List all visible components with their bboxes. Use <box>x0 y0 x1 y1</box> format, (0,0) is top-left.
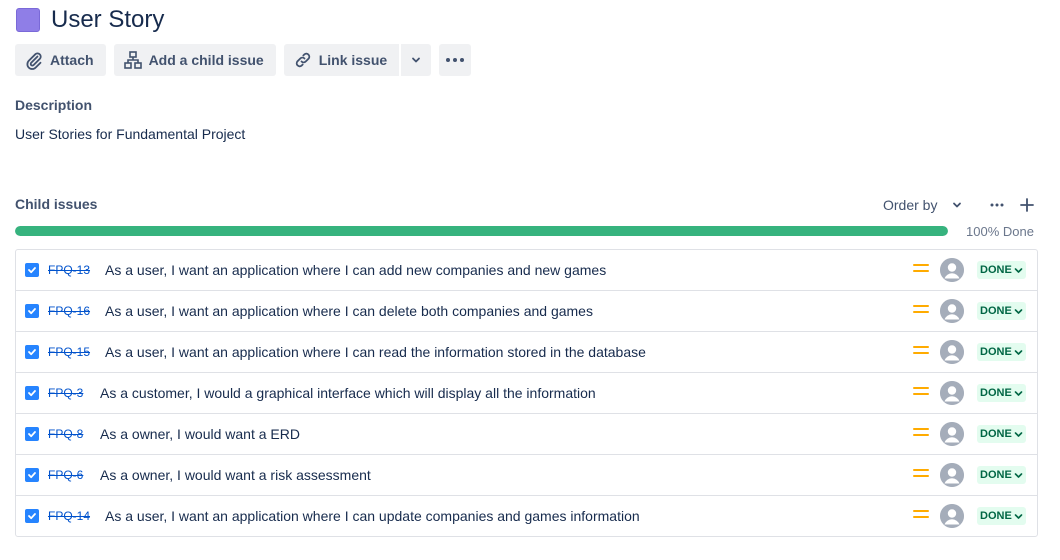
chevron-down-icon <box>953 202 962 208</box>
table-row[interactable]: FPQ-3 As a customer, I would a graphical … <box>16 373 1037 414</box>
issue-key-link[interactable]: FPQ-3 <box>48 386 83 400</box>
child-issues-list: FPQ-13 As a user, I want an application w… <box>15 249 1038 537</box>
checkbox-icon[interactable] <box>25 468 39 482</box>
link-icon <box>295 52 310 68</box>
status-label: DONE <box>980 469 1012 481</box>
status-badge[interactable]: DONE <box>977 466 1026 484</box>
child-issues-more-button[interactable] <box>988 196 1006 214</box>
child-issues-heading: Child issues <box>15 196 98 212</box>
chevron-down-icon <box>1014 308 1023 314</box>
issue-summary[interactable]: As a owner, I would want a ERD <box>100 426 300 442</box>
priority-medium-icon <box>913 264 929 276</box>
status-badge[interactable]: DONE <box>977 261 1026 279</box>
more-icon <box>446 58 465 62</box>
avatar[interactable] <box>940 340 964 364</box>
checkbox-icon[interactable] <box>25 386 39 400</box>
avatar[interactable] <box>940 463 964 487</box>
avatar[interactable] <box>940 422 964 446</box>
issue-summary[interactable]: As a user, I want an application where I… <box>105 262 606 278</box>
priority-medium-icon <box>913 428 929 440</box>
table-row[interactable]: FPQ-13 As a user, I want an application w… <box>16 250 1037 291</box>
issue-summary[interactable]: As a user, I want an application where I… <box>105 344 646 360</box>
chevron-down-icon <box>1014 472 1023 478</box>
add-child-button[interactable] <box>1018 196 1036 214</box>
checkbox-icon[interactable] <box>25 427 39 441</box>
add-child-issue-label: Add a child issue <box>148 52 264 68</box>
order-by-label: Order by <box>883 197 938 213</box>
attach-label: Attach <box>50 52 94 68</box>
description-heading: Description <box>15 97 93 113</box>
status-badge[interactable]: DONE <box>977 302 1026 320</box>
issue-key-link[interactable]: FPQ-15 <box>48 345 90 359</box>
chevron-down-icon <box>1014 431 1023 437</box>
issue-key-link[interactable]: FPQ-16 <box>48 304 90 318</box>
description-text[interactable]: User Stories for Fundamental Project <box>15 126 245 142</box>
attach-button[interactable]: Attach <box>15 44 106 76</box>
order-by-dropdown[interactable]: Order by <box>883 197 963 213</box>
avatar[interactable] <box>940 381 964 405</box>
issue-summary[interactable]: As a user, I want an application where I… <box>105 508 640 524</box>
table-row[interactable]: FPQ-8 As a owner, I would want a ERD DONE <box>16 414 1037 455</box>
paperclip-icon <box>26 52 42 70</box>
status-label: DONE <box>980 346 1012 358</box>
link-issue-label: Link issue <box>318 52 388 68</box>
checkbox-icon[interactable] <box>25 345 39 359</box>
progress-bar <box>15 226 948 236</box>
link-issue-split-button: Link issue <box>283 44 432 76</box>
priority-medium-icon <box>913 346 929 358</box>
issue-toolbar: Attach Add a child issue Link issue <box>15 44 472 76</box>
avatar[interactable] <box>940 258 964 282</box>
status-badge[interactable]: DONE <box>977 507 1026 525</box>
avatar[interactable] <box>940 504 964 528</box>
issue-title[interactable]: User Story <box>51 6 164 34</box>
status-label: DONE <box>980 305 1012 317</box>
checkbox-icon[interactable] <box>25 263 39 277</box>
user-story-icon[interactable] <box>16 8 40 32</box>
checkbox-icon[interactable] <box>25 304 39 318</box>
status-badge[interactable]: DONE <box>977 425 1026 443</box>
more-actions-button[interactable] <box>439 44 472 76</box>
status-label: DONE <box>980 428 1012 440</box>
chevron-down-icon <box>1014 349 1023 355</box>
table-row[interactable]: FPQ-15 As a user, I want an application w… <box>16 332 1037 373</box>
chevron-down-icon <box>1014 390 1023 396</box>
issue-key-link[interactable]: FPQ-6 <box>48 468 83 482</box>
hierarchy-icon <box>123 51 142 69</box>
chevron-down-icon <box>412 57 421 63</box>
issue-key-link[interactable]: FPQ-13 <box>48 263 90 277</box>
issue-header: User Story <box>16 6 164 34</box>
link-issue-dropdown-button[interactable] <box>399 44 432 76</box>
status-label: DONE <box>980 387 1012 399</box>
chevron-down-icon <box>1014 267 1023 273</box>
priority-medium-icon <box>913 387 929 399</box>
add-child-issue-button[interactable]: Add a child issue <box>113 44 276 76</box>
status-label: DONE <box>980 510 1012 522</box>
priority-medium-icon <box>913 469 929 481</box>
issue-summary[interactable]: As a customer, I would a graphical inter… <box>100 385 596 401</box>
link-issue-button[interactable]: Link issue <box>283 44 400 76</box>
issue-key-link[interactable]: FPQ-8 <box>48 427 83 441</box>
priority-medium-icon <box>913 510 929 522</box>
plus-icon <box>1020 198 1034 212</box>
issue-key-link[interactable]: FPQ-14 <box>48 509 90 523</box>
priority-medium-icon <box>913 305 929 317</box>
issue-summary[interactable]: As a user, I want an application where I… <box>105 303 593 319</box>
status-badge[interactable]: DONE <box>977 384 1026 402</box>
progress-text: 100% Done <box>966 224 1034 239</box>
table-row[interactable]: FPQ-6 As a owner, I would want a risk ass… <box>16 455 1037 496</box>
table-row[interactable]: FPQ-16 As a user, I want an application w… <box>16 291 1037 332</box>
progress-fill <box>15 226 948 236</box>
more-icon <box>990 203 1004 207</box>
chevron-down-icon <box>1014 513 1023 519</box>
status-label: DONE <box>980 264 1012 276</box>
checkbox-icon[interactable] <box>25 509 39 523</box>
status-badge[interactable]: DONE <box>977 343 1026 361</box>
issue-summary[interactable]: As a owner, I would want a risk assessme… <box>100 467 371 483</box>
avatar[interactable] <box>940 299 964 323</box>
table-row[interactable]: FPQ-14 As a user, I want an application w… <box>16 496 1037 536</box>
